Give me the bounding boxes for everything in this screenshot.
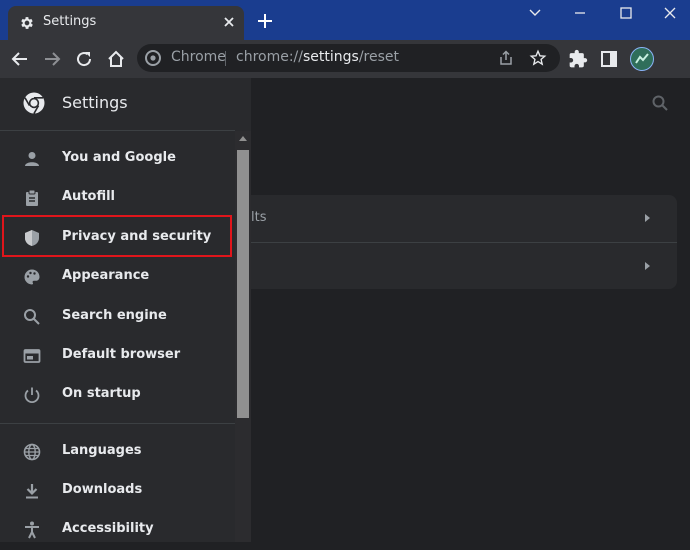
side-panel-icon[interactable] <box>599 49 619 69</box>
arrow-right-icon <box>645 262 650 270</box>
sidebar-item-languages[interactable]: Languages <box>0 432 235 472</box>
gear-icon <box>19 15 35 31</box>
scroll-up-arrow-icon[interactable] <box>239 136 247 141</box>
chrome-logo-icon <box>145 50 161 66</box>
palette-icon <box>23 268 41 286</box>
address-bar[interactable]: Chrome chrome://settings/reset <box>137 44 560 72</box>
bookmark-star-icon[interactable] <box>529 49 547 67</box>
profile-avatar[interactable] <box>630 47 654 71</box>
cleanup-row[interactable] <box>251 242 677 290</box>
sidebar-item-label: Accessibility <box>62 521 154 536</box>
person-icon <box>23 150 41 168</box>
download-icon <box>23 482 41 500</box>
extensions-puzzle-icon[interactable] <box>568 49 588 69</box>
arrow-right-icon <box>645 214 650 222</box>
reset-card: lts <box>251 195 677 289</box>
minimize-icon[interactable] <box>570 3 590 23</box>
search-icon[interactable] <box>651 94 669 112</box>
home-icon[interactable] <box>106 49 126 69</box>
chevron-down-icon[interactable] <box>525 3 545 23</box>
reset-row-label: lts <box>251 210 267 225</box>
forward-arrow-icon[interactable] <box>42 49 62 69</box>
sidebar-item-label: Appearance <box>62 268 150 283</box>
sidebar-item-label: You and Google <box>62 150 176 165</box>
drawer-header: Settings <box>0 78 251 130</box>
sidebar-item-search-engine[interactable]: Search engine <box>0 297 235 337</box>
close-icon[interactable] <box>220 13 238 31</box>
sidebar-item-autofill[interactable]: Autofill <box>0 178 235 218</box>
nav-divider <box>0 423 235 424</box>
sidebar-item-on-startup[interactable]: On startup <box>0 375 235 415</box>
chrome-logo-icon <box>22 91 46 115</box>
settings-main <box>251 130 690 542</box>
sidebar-item-label: Downloads <box>62 482 143 497</box>
omnibox-divider <box>225 51 226 66</box>
sidebar-item-accessibility[interactable]: Accessibility <box>0 510 235 550</box>
sidebar-item-label: On startup <box>62 386 141 401</box>
new-tab-icon[interactable] <box>256 12 274 30</box>
highlight-outline <box>2 215 232 257</box>
sidebar-item-downloads[interactable]: Downloads <box>0 471 235 511</box>
sidebar-item-label: Languages <box>62 443 142 458</box>
reload-icon[interactable] <box>74 49 94 69</box>
sidebar-item-label: Search engine <box>62 308 167 323</box>
url-path: settings <box>303 49 359 65</box>
drawer-divider <box>0 130 235 131</box>
back-arrow-icon[interactable] <box>10 49 30 69</box>
share-icon[interactable] <box>497 49 515 67</box>
url-prefix: chrome:// <box>236 49 303 65</box>
url-suffix: /reset <box>358 49 400 65</box>
tab-title: Settings <box>43 14 97 29</box>
sidebar-item-label: Default browser <box>62 347 181 362</box>
scrollbar-thumb[interactable] <box>237 150 249 418</box>
power-icon <box>23 386 41 404</box>
reset-row[interactable]: lts <box>251 195 677 242</box>
tab-settings[interactable]: Settings <box>8 6 244 40</box>
globe-icon <box>23 443 41 461</box>
url-text: chrome://settings/reset <box>236 49 399 65</box>
search-icon <box>23 308 41 326</box>
sidebar-item-default-browser[interactable]: Default browser <box>0 336 235 376</box>
site-chip-label: Chrome <box>171 49 226 65</box>
sidebar-item-label: Autofill <box>62 189 116 204</box>
accessibility-icon <box>23 521 41 539</box>
drawer-title: Settings <box>62 93 128 112</box>
clipboard-icon <box>23 189 41 207</box>
maximize-icon[interactable] <box>616 3 636 23</box>
sidebar-item-you-and-google[interactable]: You and Google <box>0 139 235 179</box>
window-close-icon[interactable] <box>660 3 680 23</box>
browser-window-icon <box>23 347 41 365</box>
sidebar-item-appearance[interactable]: Appearance <box>0 257 235 297</box>
